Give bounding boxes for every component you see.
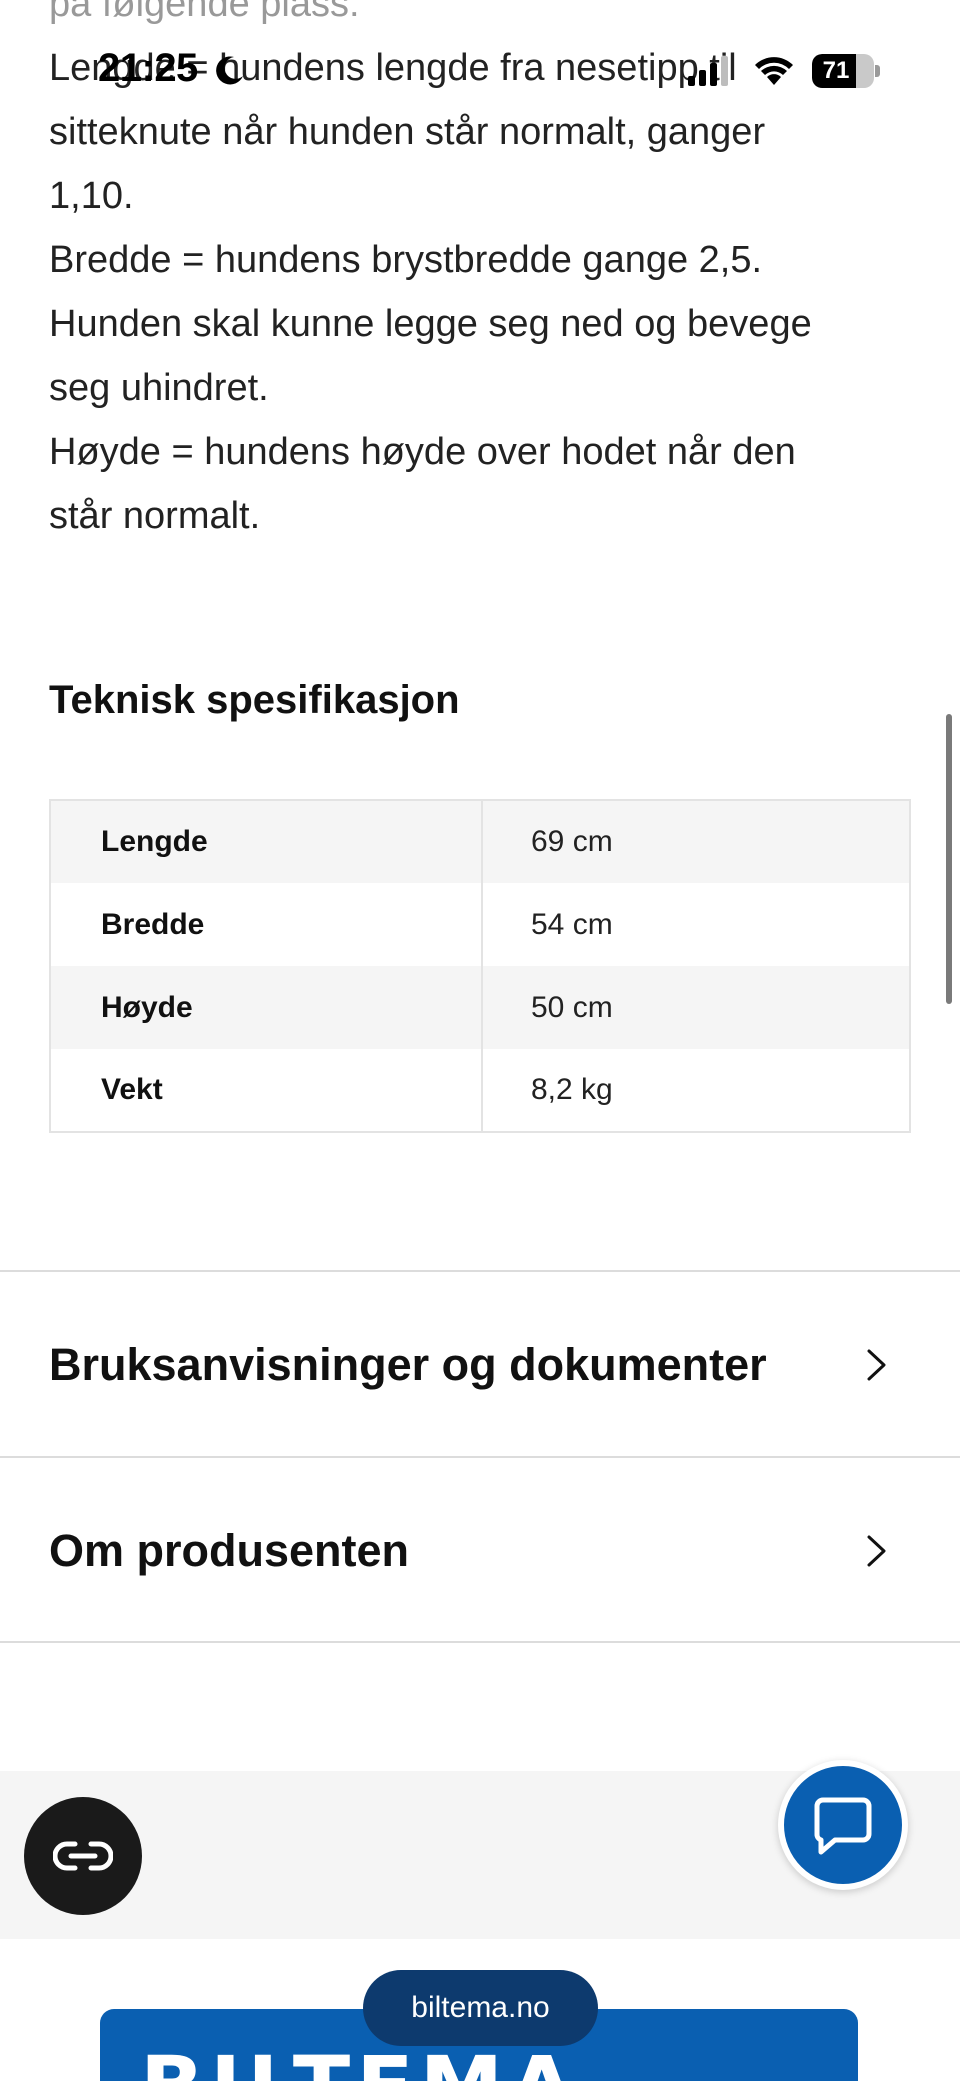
link-icon [53,1841,113,1871]
description-line: Hunden skal kunne legge seg ned og beveg… [49,303,812,345]
description-line: på følgende plass: [49,0,360,25]
spec-section-title: Teknisk spesifikasjon [49,678,460,722]
accordion-manuals[interactable]: Bruksanvisninger og dokumenter [0,1270,960,1456]
reader-mode-button[interactable] [24,1797,142,1915]
spec-value: 8,2 kg [531,1073,613,1106]
brand-logo: BILTEMA [140,2045,580,2081]
accordion-label: Om produsenten [49,1525,410,1576]
spec-key: Høyde [50,966,483,1049]
description-line: Høyde = hundens høyde over hodet når den [49,431,796,473]
spec-value: 50 cm [482,966,910,1049]
address-bar-url[interactable]: biltema.no [363,1970,598,2046]
table-row: Høyde 50 cm [50,966,910,1049]
accordion-label: Bruksanvisninger og dokumenter [49,1339,767,1390]
accordion-manufacturer[interactable]: Om produsenten [0,1456,960,1642]
divider [0,1641,960,1643]
description-line: seg uhindret. [49,367,269,409]
table-row: Lengde 69 cm [50,800,910,883]
description-line: Bredde = hundens brystbredde gange 2,5. [49,239,763,281]
spec-key: Vekt [50,1049,483,1132]
scroll-indicator[interactable] [946,714,952,1004]
spec-value: 69 cm [482,800,910,883]
description-line: 1,10. [49,175,134,217]
description-line: står normalt. [49,495,261,537]
chevron-right-icon [867,1349,886,1381]
table-row: Bredde 54 cm [50,883,910,966]
spec-key: Bredde [50,883,483,966]
chat-button[interactable] [778,1760,908,1890]
chat-bubble-icon [814,1797,872,1855]
description-line: sitteknute når hunden står normalt, gang… [49,111,766,153]
spec-key: Lengde [50,800,483,883]
table-row: Vekt 8,2 kg [50,1049,910,1132]
spec-table: Lengde 69 cm Bredde 54 cm Høyde 50 cm Ve… [49,799,911,1133]
description-line: Lengde = hundens lengde fra nesetipp til [49,47,737,89]
chevron-right-icon [867,1535,886,1567]
spec-value: 54 cm [531,907,613,941]
